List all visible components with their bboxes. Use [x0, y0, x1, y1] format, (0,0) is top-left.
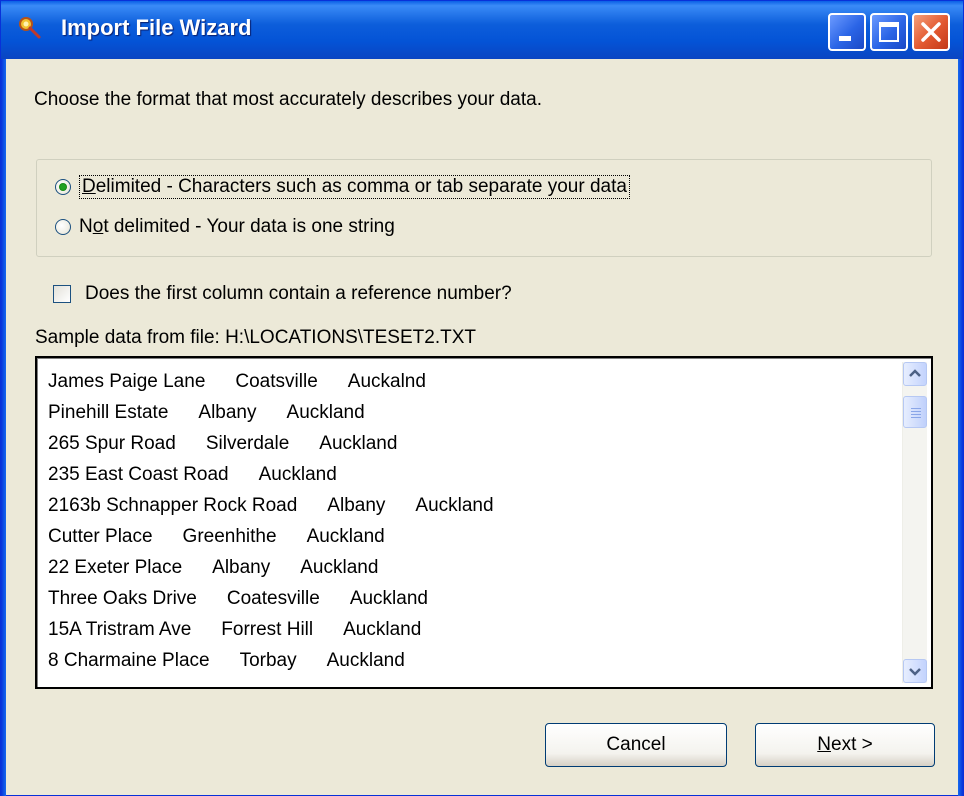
not-delimited-option[interactable]: Not delimited - Your data is one string [49, 213, 395, 241]
vertical-scrollbar[interactable] [902, 362, 927, 683]
magnifier-key-icon [19, 17, 41, 39]
list-item[interactable]: 2163b Schnapper Rock Road Albany Auckland [48, 490, 888, 521]
next-mnemonic: N [817, 734, 831, 755]
scroll-up-button[interactable] [903, 362, 927, 386]
reference-number-checkbox[interactable] [53, 285, 71, 303]
not-delimited-radio[interactable] [55, 219, 71, 235]
next-label: ext > [831, 734, 873, 755]
maximize-icon [879, 22, 899, 42]
scroll-down-button[interactable] [903, 659, 927, 683]
import-file-wizard-window: Import File Wizard Choose the format tha… [0, 0, 964, 796]
close-button[interactable] [912, 13, 950, 51]
list-item[interactable]: 8 Charmaine Place Torbay Auckland [48, 645, 888, 676]
chevron-up-icon [909, 369, 921, 377]
minimize-icon [839, 36, 851, 41]
reference-number-option[interactable]: Does the first column contain a referenc… [53, 280, 512, 308]
cancel-button[interactable]: Cancel [545, 723, 727, 767]
window-frame-right [958, 59, 963, 796]
window-frame-left [1, 59, 6, 796]
grip-line [911, 414, 921, 415]
sample-data-list[interactable]: James Paige Lane Coatsville Auckalnd Pineh… [35, 356, 933, 689]
title-bar[interactable]: Import File Wizard [1, 1, 963, 59]
delimited-option[interactable]: Delimited - Characters such as comma or … [49, 173, 630, 201]
chevron-down-icon [909, 668, 921, 676]
scroll-thumb[interactable] [903, 396, 927, 428]
delimited-label: Delimited - Characters such as comma or … [79, 175, 630, 199]
maximize-button[interactable] [870, 13, 908, 51]
minimize-button[interactable] [828, 13, 866, 51]
grip-line [911, 408, 921, 409]
reference-number-label: Does the first column contain a referenc… [85, 283, 512, 304]
instruction-text: Choose the format that most accurately d… [34, 89, 542, 110]
grip-line [911, 411, 921, 412]
list-item[interactable]: James Paige Lane Coatsville Auckalnd [48, 366, 888, 397]
window-title: Import File Wizard [61, 15, 252, 40]
list-item[interactable]: Pinehill Estate Albany Auckland [48, 397, 888, 428]
list-item[interactable]: 235 East Coast Road Auckland [48, 459, 888, 490]
list-item[interactable]: 22 Exeter Place Albany Auckland [48, 552, 888, 583]
next-button[interactable]: Next > [755, 723, 935, 767]
close-icon [921, 22, 941, 42]
sample-data-label: Sample data from file: H:\LOCATIONS\TESE… [35, 327, 476, 348]
not-delimited-label: Not delimited - Your data is one string [79, 216, 395, 237]
list-item[interactable]: 15A Tristram Ave Forrest Hill Auckland [48, 614, 888, 645]
sample-data-rows: James Paige Lane Coatsville Auckalnd Pineh… [48, 366, 888, 676]
delimited-radio[interactable] [55, 179, 71, 195]
grip-line [911, 417, 921, 418]
list-item[interactable]: Cutter Place Greenhithe Auckland [48, 521, 888, 552]
list-item[interactable]: 265 Spur Road Silverdale Auckland [48, 428, 888, 459]
list-item[interactable]: Three Oaks Drive Coatesville Auckland [48, 583, 888, 614]
